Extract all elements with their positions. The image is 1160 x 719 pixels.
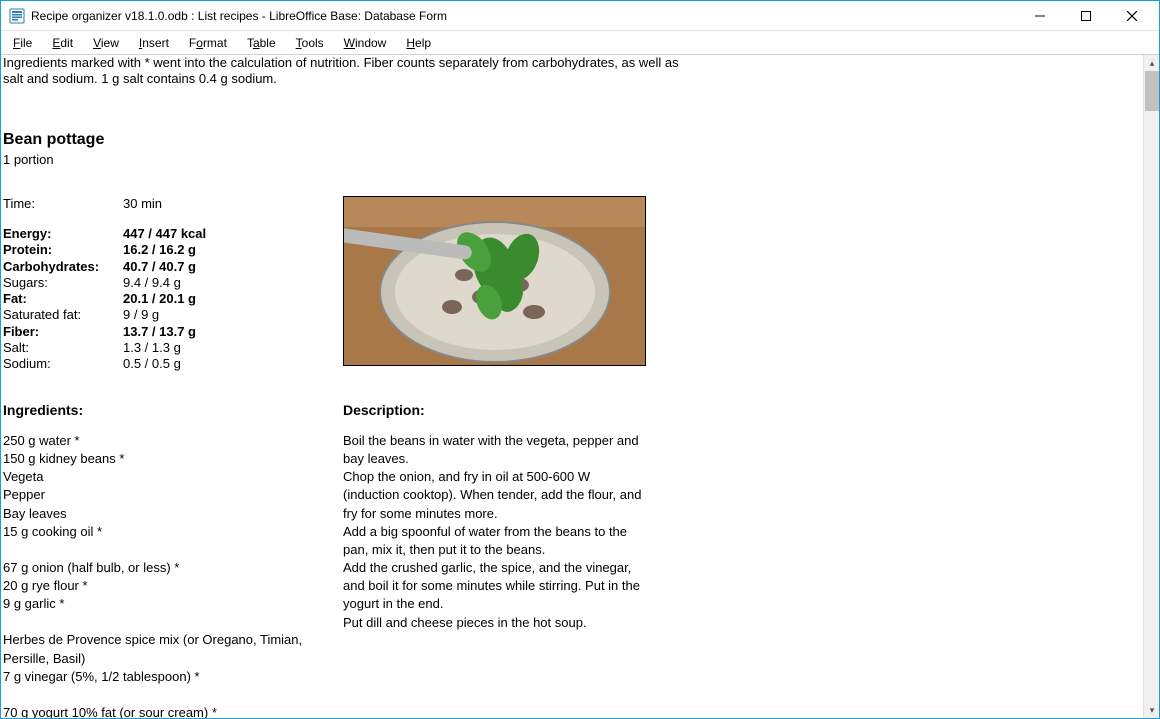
menu-view[interactable]: View <box>85 34 127 52</box>
nutrition-label: Protein: <box>3 242 123 258</box>
ingredient-line: 15 g cooking oil * <box>3 523 343 541</box>
ingredients-heading: Ingredients: <box>3 402 343 420</box>
nutrition-value: 13.7 / 13.7 g <box>123 324 206 340</box>
scroll-up-arrow[interactable]: ▴ <box>1144 55 1159 71</box>
nutrition-value: 9.4 / 9.4 g <box>123 275 206 291</box>
nutrition-label: Carbohydrates: <box>3 259 123 275</box>
description-paragraph: Add the crushed garlic, the spice, and t… <box>343 559 643 614</box>
window-controls <box>1017 1 1155 31</box>
ingredient-line: 20 g rye flour * <box>3 577 343 595</box>
time-value: 30 min <box>123 196 206 212</box>
nutrition-label: Fat: <box>3 291 123 307</box>
ingredient-line: Herbes de Provence spice mix (or Oregano… <box>3 631 343 667</box>
nutrition-label: Energy: <box>3 226 123 242</box>
recipe-portion: 1 portion <box>3 152 1141 168</box>
nutrition-value: 9 / 9 g <box>123 307 206 323</box>
form-content: Ingredients marked with * went into the … <box>1 55 1143 718</box>
nutrition-value: 16.2 / 16.2 g <box>123 242 206 258</box>
description-paragraph: Chop the onion, and fry in oil at 500-60… <box>343 468 643 523</box>
ingredient-line: 9 g garlic * <box>3 595 343 613</box>
menu-insert[interactable]: Insert <box>131 34 177 52</box>
minimize-button[interactable] <box>1017 1 1063 31</box>
description-heading: Description: <box>343 402 425 420</box>
menu-window[interactable]: Window <box>336 34 395 52</box>
menu-edit[interactable]: Edit <box>44 34 81 52</box>
title-bar: Recipe organizer v18.1.0.odb : List reci… <box>1 1 1159 31</box>
recipe-image <box>343 196 646 366</box>
ingredient-line: 250 g water * <box>3 432 343 450</box>
menu-help[interactable]: Help <box>398 34 439 52</box>
ingredient-line: 70 g yogurt 10% fat (or sour cream) * <box>3 704 343 718</box>
nutrition-value: 1.3 / 1.3 g <box>123 340 206 356</box>
menu-tools[interactable]: Tools <box>288 34 332 52</box>
close-button[interactable] <box>1109 1 1155 31</box>
ingredient-note: Ingredients marked with * went into the … <box>1 55 1143 88</box>
recipe-title: Bean pottage <box>3 130 1141 150</box>
nutrition-label: Saturated fat: <box>3 307 123 323</box>
ingredient-line: 67 g onion (half bulb, or less) * <box>3 559 343 577</box>
nutrition-value: 20.1 / 20.1 g <box>123 291 206 307</box>
nutrition-value: 40.7 / 40.7 g <box>123 259 206 275</box>
time-label: Time: <box>3 196 123 212</box>
menu-format[interactable]: Format <box>181 34 235 52</box>
description-paragraph: Add a big spoonful of water from the bea… <box>343 523 643 559</box>
ingredients-list: 250 g water *150 g kidney beans *VegetaP… <box>3 432 343 718</box>
nutrition-table: Time: 30 min Energy:447 / 447 kcalProtei… <box>3 196 206 373</box>
nutrition-label: Fiber: <box>3 324 123 340</box>
nutrition-value: 0.5 / 0.5 g <box>123 356 206 372</box>
maximize-button[interactable] <box>1063 1 1109 31</box>
description-paragraph: Boil the beans in water with the vegeta,… <box>343 432 643 468</box>
scroll-thumb[interactable] <box>1145 71 1159 111</box>
note-line-2: salt and sodium. 1 g salt contains 0.4 g… <box>3 71 1141 87</box>
description-paragraph: Put dill and cheese pieces in the hot so… <box>343 614 643 632</box>
nutrition-value: 447 / 447 kcal <box>123 226 206 242</box>
ingredient-line: 150 g kidney beans * <box>3 450 343 468</box>
menu-bar: File Edit View Insert Format Table Tools… <box>1 31 1159 55</box>
ingredient-line: Bay leaves <box>3 505 343 523</box>
ingredient-line: 7 g vinegar (5%, 1/2 tablespoon) * <box>3 668 343 686</box>
menu-file[interactable]: File <box>5 34 40 52</box>
window-title: Recipe organizer v18.1.0.odb : List reci… <box>31 9 447 23</box>
ingredient-line: Pepper <box>3 486 343 504</box>
app-icon <box>9 8 25 24</box>
nutrition-label: Salt: <box>3 340 123 356</box>
menu-table[interactable]: Table <box>239 34 284 52</box>
ingredient-line: Vegeta <box>3 468 343 486</box>
vertical-scrollbar[interactable]: ▴ ▾ <box>1143 55 1159 718</box>
description-text: Boil the beans in water with the vegeta,… <box>343 432 643 718</box>
nutrition-label: Sugars: <box>3 275 123 291</box>
note-line-1: Ingredients marked with * went into the … <box>3 55 1141 71</box>
scroll-down-arrow[interactable]: ▾ <box>1144 702 1159 718</box>
nutrition-label: Sodium: <box>3 356 123 372</box>
